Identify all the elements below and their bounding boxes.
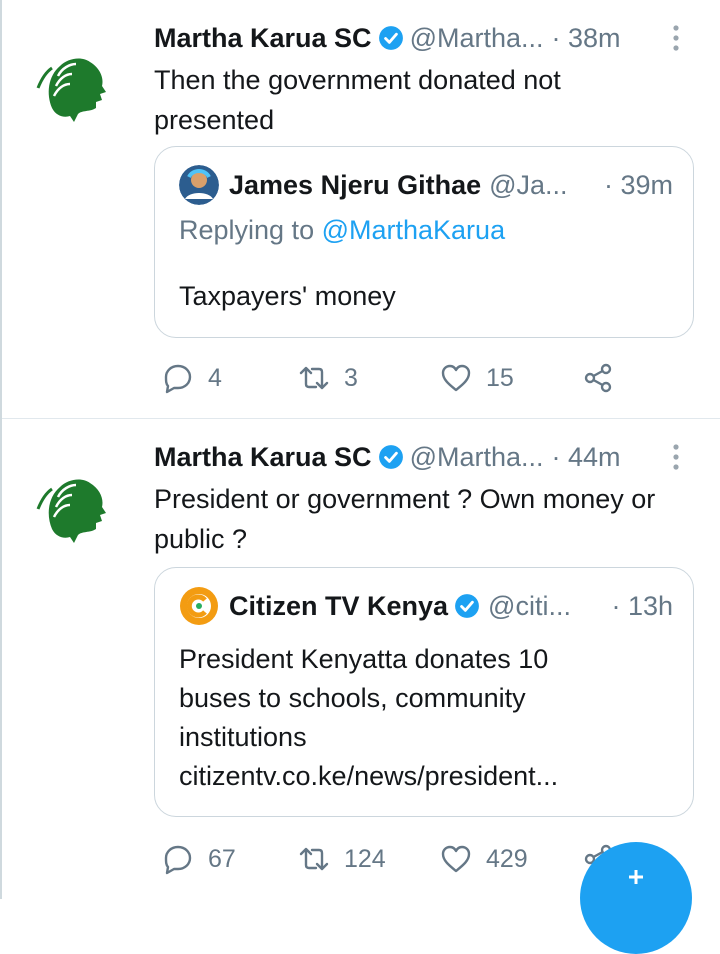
quoted-text-line: President Kenyatta donates 10: [179, 644, 549, 674]
quoted-tweet-header: Citizen TV Kenya @citi... · 13h: [179, 586, 673, 626]
retweet-icon: [299, 366, 329, 390]
reply-count: 4: [208, 363, 222, 392]
replying-to-label: Replying to: [179, 215, 322, 245]
reply-count: 67: [208, 844, 236, 873]
tweet-2[interactable]: Martha Karua SC @Martha... · 44m Preside…: [2, 419, 720, 899]
retweet-button[interactable]: 124: [298, 839, 386, 879]
replying-to-mention[interactable]: @MarthaKarua: [322, 215, 506, 245]
like-button[interactable]: 15: [440, 358, 514, 398]
verified-badge-icon: [378, 445, 403, 469]
retweet-button[interactable]: 3: [298, 358, 358, 398]
heart-icon: [441, 845, 471, 873]
quoted-text-line: institutions: [179, 722, 307, 752]
tweet-actions: 4 3 15: [162, 358, 694, 398]
quoted-tweet-text: President Kenyatta donates 10 buses to s…: [179, 640, 673, 796]
tweet-text: President or government ? Own money or p…: [154, 484, 656, 554]
quoted-link[interactable]: citizentv.co.ke/news/president...: [179, 757, 673, 796]
quoted-text-line: buses to schools, community: [179, 683, 526, 713]
quoted-author-handle: @Ja...: [489, 169, 568, 200]
reply-icon: [164, 364, 192, 394]
reply-button[interactable]: 67: [162, 839, 236, 879]
tweet-header: Martha Karua SC @Martha... · 44m: [154, 437, 694, 477]
quoted-author-handle: @citi...: [488, 590, 571, 621]
verified-badge-icon: [455, 594, 479, 618]
retweet-count: 3: [344, 363, 358, 392]
quoted-author-name: James Njeru Githae: [229, 169, 482, 200]
quoted-tweet[interactable]: James Njeru Githae @Ja... · 39m Replying…: [154, 146, 694, 338]
quoted-author-name: Citizen TV Kenya: [229, 590, 449, 621]
share-button[interactable]: [582, 358, 628, 398]
retweet-count: 124: [344, 844, 386, 873]
citizen-tv-logo: [180, 587, 218, 625]
reply-button[interactable]: 4: [162, 358, 222, 398]
compose-plus-icon: [629, 870, 643, 884]
tweet-header: Martha Karua SC @Martha... · 38m: [154, 18, 694, 58]
reply-icon: [164, 845, 192, 875]
tweet-time[interactable]: · 44m: [552, 437, 621, 477]
quoted-tweet-time: · 39m: [603, 169, 673, 200]
verified-badge-icon: [378, 26, 403, 50]
like-count: 429: [486, 844, 528, 873]
tweet-1[interactable]: Martha Karua SC @Martha... · 38m Then th…: [2, 0, 720, 419]
profile-avatar[interactable]: [30, 459, 122, 551]
like-button[interactable]: 429: [440, 839, 528, 879]
quoted-tweet-time: · 13h: [611, 590, 673, 621]
heart-icon: [441, 364, 471, 392]
replying-to: Replying to @MarthaKarua: [179, 215, 505, 246]
share-icon: [584, 363, 612, 393]
author-name[interactable]: Martha Karua SC: [154, 18, 372, 58]
retweet-icon: [299, 847, 329, 871]
profile-avatar[interactable]: [30, 38, 122, 130]
quoted-tweet-header: James Njeru Githae @Ja... · 39m: [179, 165, 673, 205]
compose-button[interactable]: [580, 842, 692, 954]
author-handle[interactable]: @Martha...: [410, 437, 544, 477]
more-vertical-icon[interactable]: [666, 22, 686, 54]
quoted-avatar: [179, 165, 219, 205]
quoted-tweet-text: Taxpayers' money: [179, 281, 396, 311]
author-handle[interactable]: @Martha...: [410, 18, 544, 58]
quoted-tweet[interactable]: Citizen TV Kenya @citi... · 13h Presiden…: [154, 567, 694, 817]
tweet-time[interactable]: · 38m: [552, 18, 621, 58]
tweet-text: Then the government donated not presente…: [154, 65, 561, 135]
more-vertical-icon[interactable]: [666, 441, 686, 473]
like-count: 15: [486, 363, 514, 392]
author-name[interactable]: Martha Karua SC: [154, 437, 372, 477]
